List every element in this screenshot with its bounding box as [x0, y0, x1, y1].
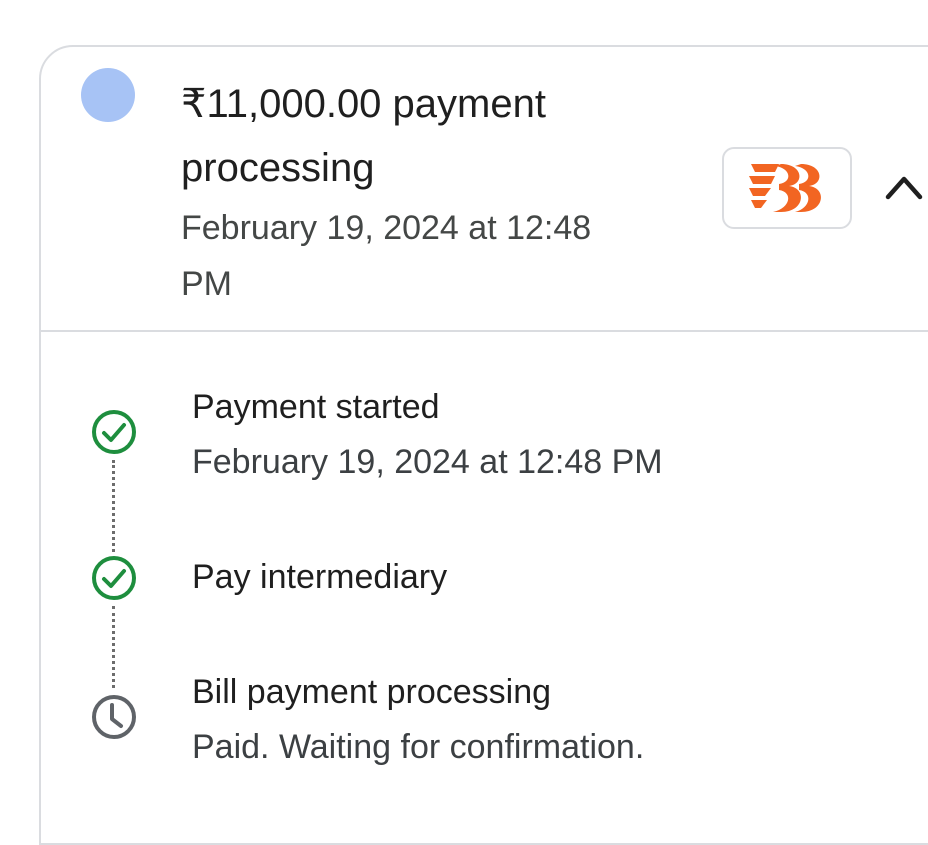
payment-date: February 19, 2024 at 12:48 PM — [181, 209, 592, 303]
check-circle-icon — [92, 556, 136, 600]
check-circle-icon — [92, 410, 136, 454]
chevron-up-icon — [885, 176, 923, 200]
clock-icon — [92, 695, 136, 739]
step-subtitle: Paid. Waiting for confirmation. — [192, 728, 645, 766]
step-title: Payment started — [192, 388, 440, 426]
payment-title: ₹11,000.00 payment processing — [181, 82, 546, 190]
bank-of-baroda-logo-icon — [749, 164, 821, 212]
step-subtitle: February 19, 2024 at 12:48 PM — [192, 443, 663, 481]
status-dot — [81, 68, 135, 122]
timeline-connector — [112, 460, 115, 552]
divider — [39, 330, 928, 332]
step-title: Pay intermediary — [192, 558, 448, 596]
bank-logo — [722, 147, 852, 229]
step-title: Bill payment processing — [192, 673, 552, 711]
collapse-button[interactable] — [880, 165, 928, 213]
timeline-connector — [112, 606, 115, 688]
